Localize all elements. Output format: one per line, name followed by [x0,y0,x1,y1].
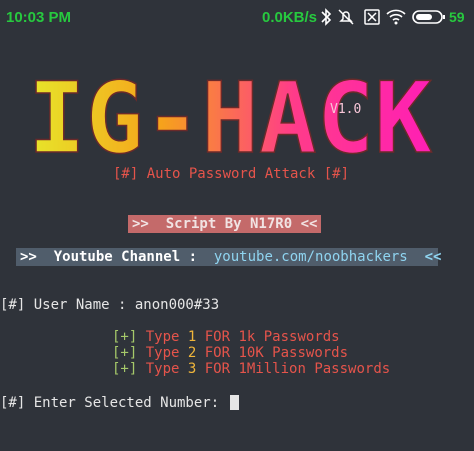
battery-percentage: 59 [449,9,465,25]
input-prompt[interactable]: [#] Enter Selected Number: [0,395,239,411]
youtube-channel-banner: >> Youtube Channel : youtube.com/noobhac… [16,248,441,266]
wifi-icon [386,9,406,25]
terminal-cursor[interactable] [229,395,239,410]
prompt-label: [#] Enter Selected Number: [0,395,228,411]
ig-hack-logo: IG-HACK [27,62,433,172]
sim-off-icon [364,9,380,25]
tagline: [#] Auto Password Attack [#] [113,166,350,182]
mute-icon [338,9,354,25]
version-label: V1.0 [330,102,362,117]
channel-url: youtube.com/noobhackers [213,249,408,265]
option-description: FOR 1Million Passwords [196,361,391,377]
battery-icon [412,10,445,24]
option-1k: [+] Type 1 FOR 1k Passwords [112,329,340,345]
option-type-label: Type [137,329,188,345]
channel-suffix: << [407,249,442,265]
ascii-banner: IG-HACK V1.0 [0,40,474,180]
option-type-label: Type [137,345,188,361]
status-bar: 10:03 PM 0.0KB/s 59 [0,0,474,34]
channel-prefix: >> Youtube Channel : [20,249,214,265]
username-line: [#] User Name : anon000#33 [0,297,220,313]
author-banner: >> Script By N17R0 << [128,215,322,233]
option-1million: [+] Type 3 FOR 1Million Passwords [112,361,390,377]
option-description: FOR 10K Passwords [196,345,349,361]
option-10k: [+] Type 2 FOR 10K Passwords [112,345,348,361]
option-bracket: [+] [112,329,138,345]
option-type-label: Type [137,361,188,377]
logo-text: IG-HACK [28,62,432,172]
status-time: 10:03 PM [6,9,72,26]
bluetooth-icon [321,8,332,26]
option-bracket: [+] [112,345,138,361]
network-speed: 0.0KB/s [262,9,318,26]
option-description: FOR 1k Passwords [196,329,340,345]
option-bracket: [+] [112,361,138,377]
